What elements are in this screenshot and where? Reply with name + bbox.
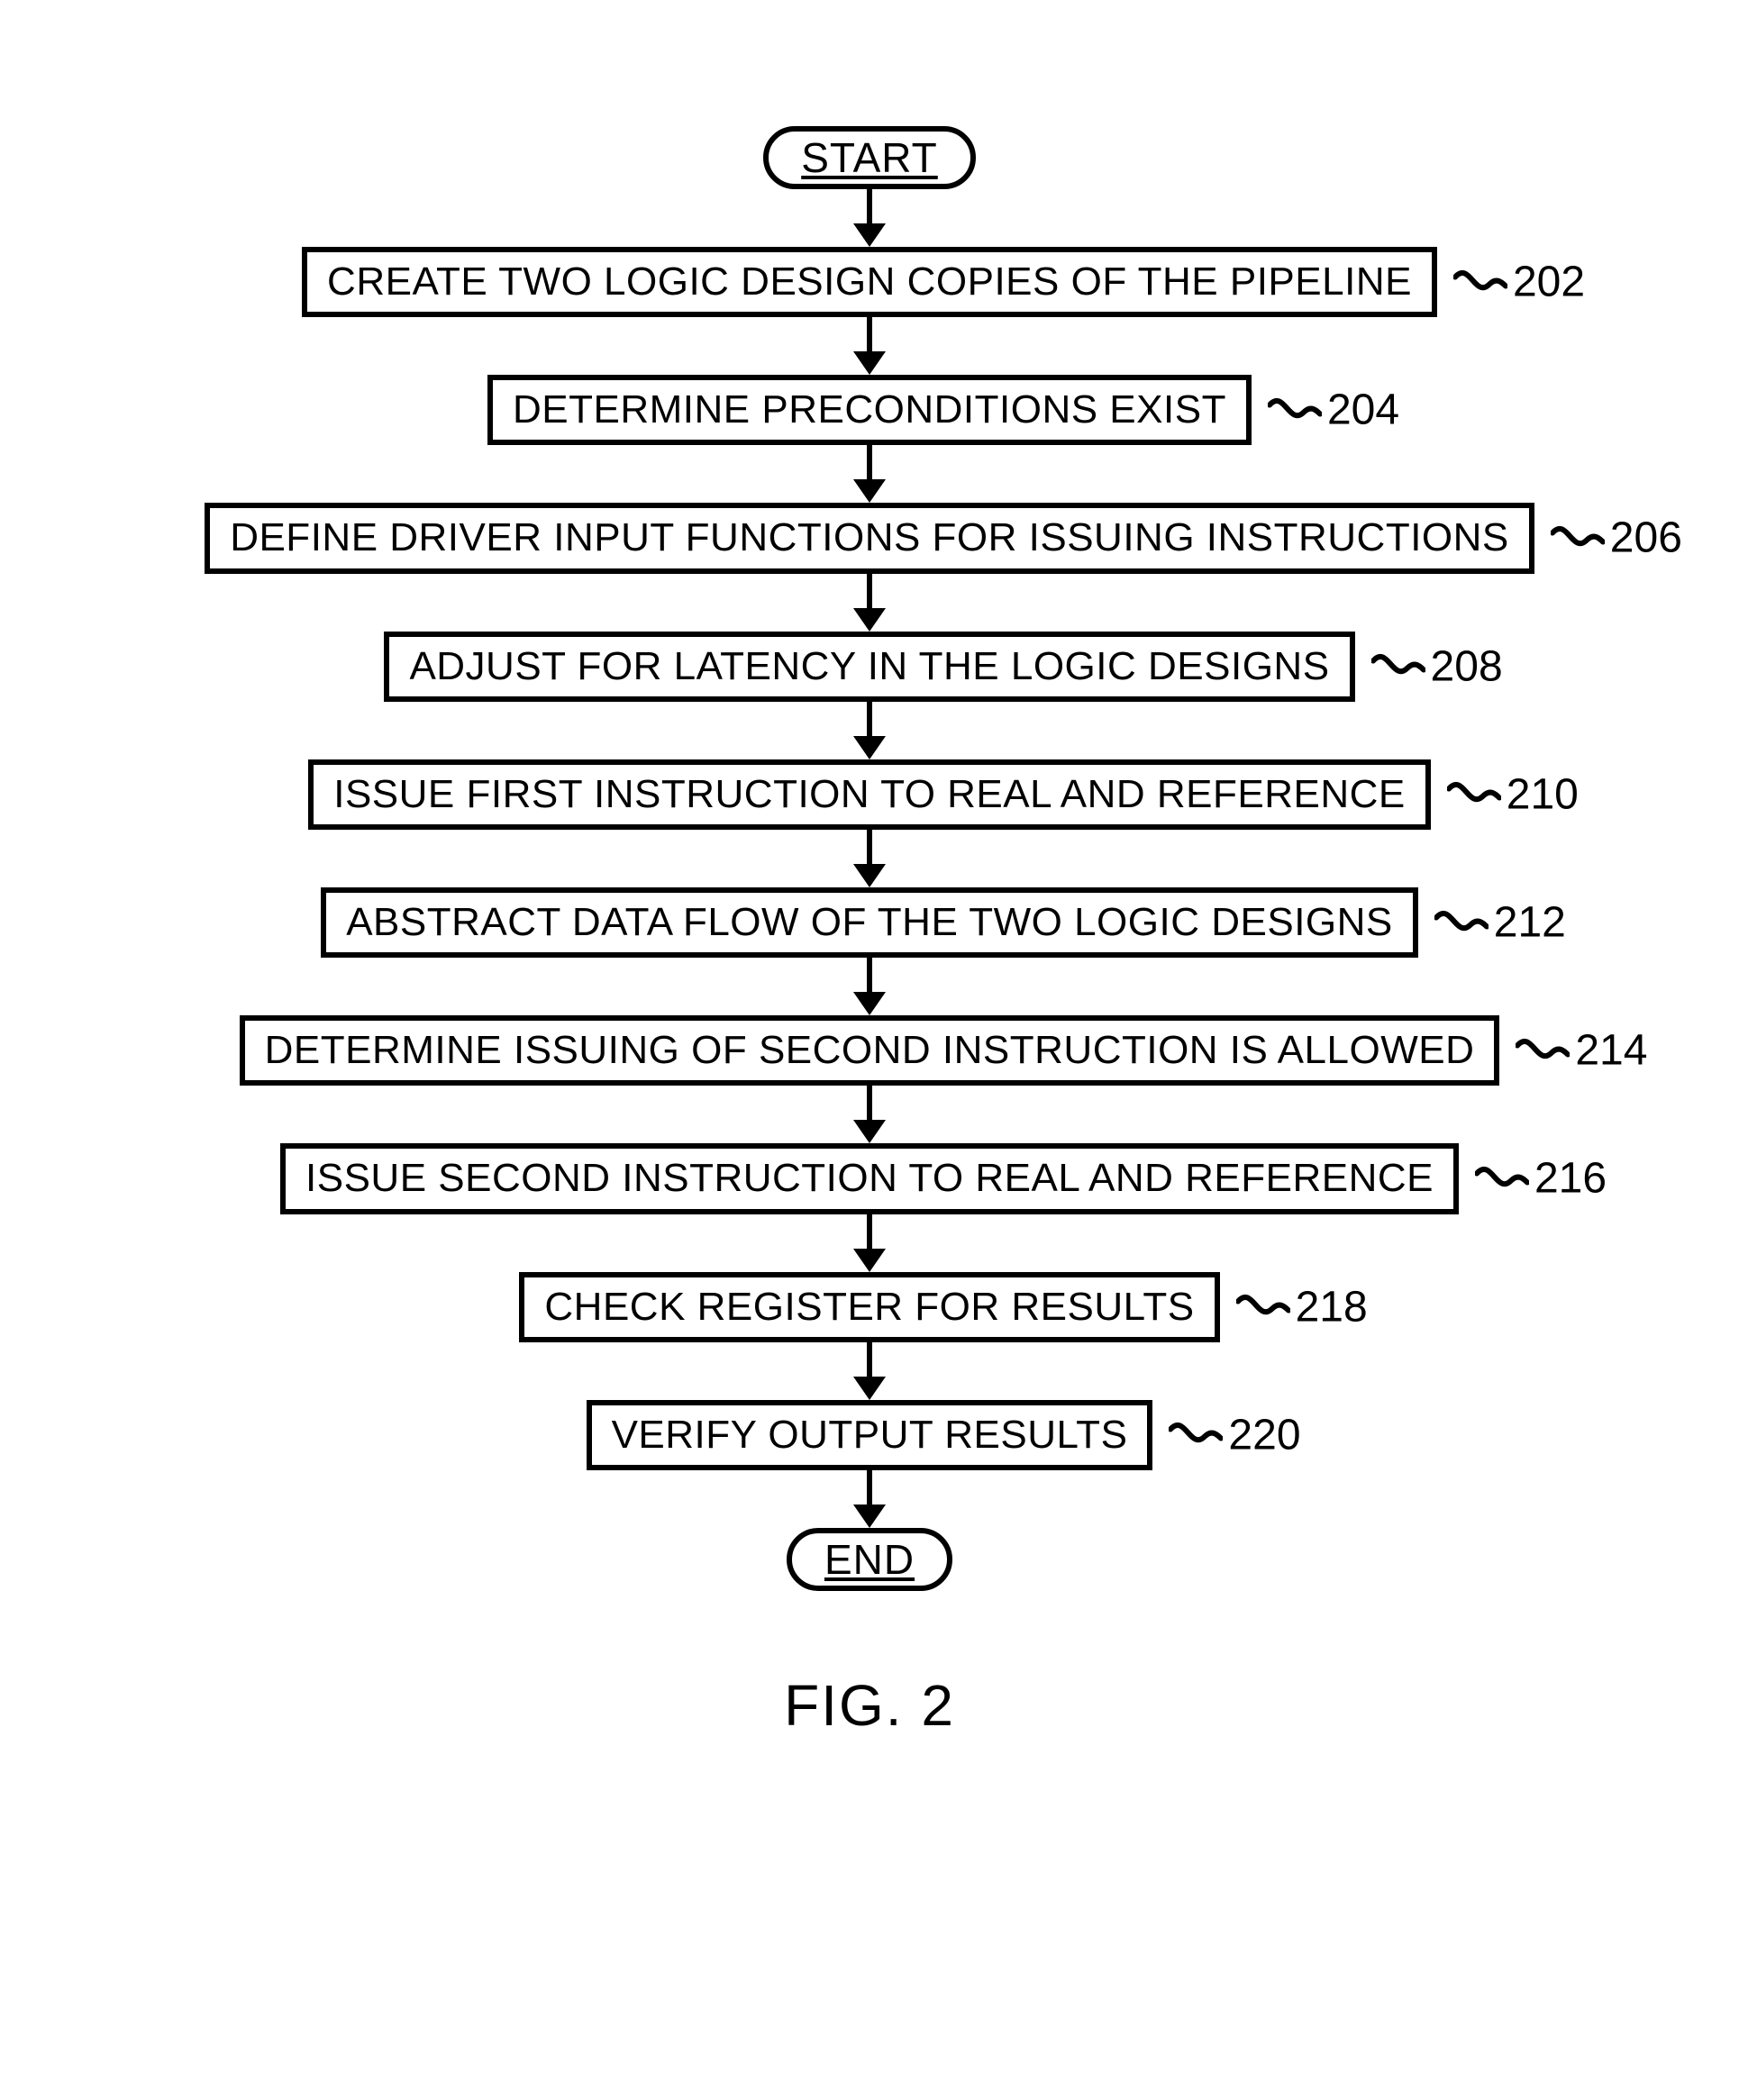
reference-label: 214 bbox=[1516, 1026, 1647, 1076]
flow-step: VERIFY OUTPUT RESULTS220 bbox=[587, 1400, 1153, 1470]
terminator-start-label: START bbox=[801, 134, 938, 181]
flow-step: CHECK REGISTER FOR RESULTS218 bbox=[519, 1272, 1219, 1342]
reference-label: 206 bbox=[1551, 514, 1682, 563]
flowchart: START CREATE TWO LOGIC DESIGN COPIES OF … bbox=[0, 126, 1739, 1739]
flow-step: DEFINE DRIVER INPUT FUNCTIONS FOR ISSUIN… bbox=[205, 503, 1534, 573]
process-box: DETERMINE ISSUING OF SECOND INSTRUCTION … bbox=[240, 1015, 1500, 1086]
leader-squiggle-icon bbox=[1516, 1032, 1570, 1068]
leader-squiggle-icon bbox=[1268, 392, 1322, 428]
terminator-start: START bbox=[763, 126, 976, 189]
flow-arrow bbox=[853, 1214, 886, 1272]
flow-step: ISSUE SECOND INSTRUCTION TO REAL AND REF… bbox=[280, 1143, 1459, 1214]
leader-squiggle-icon bbox=[1371, 649, 1425, 685]
process-box: DEFINE DRIVER INPUT FUNCTIONS FOR ISSUIN… bbox=[205, 503, 1534, 573]
reference-number: 214 bbox=[1575, 1026, 1647, 1076]
reference-label: 204 bbox=[1268, 386, 1399, 435]
process-box: ISSUE FIRST INSTRUCTION TO REAL AND REFE… bbox=[308, 759, 1431, 830]
flow-arrow bbox=[853, 445, 886, 503]
diagram-canvas: START CREATE TWO LOGIC DESIGN COPIES OF … bbox=[0, 0, 1739, 2100]
reference-number: 202 bbox=[1513, 258, 1585, 307]
reference-number: 218 bbox=[1296, 1282, 1368, 1332]
process-box: CHECK REGISTER FOR RESULTS bbox=[519, 1272, 1219, 1342]
terminator-end: END bbox=[787, 1528, 952, 1591]
flow-arrow bbox=[853, 1086, 886, 1143]
flow-arrow bbox=[853, 574, 886, 632]
process-box: DETERMINE PRECONDITIONS EXIST bbox=[487, 375, 1252, 445]
figure-caption: FIG. 2 bbox=[784, 1672, 955, 1739]
process-box: CREATE TWO LOGIC DESIGN COPIES OF THE PI… bbox=[302, 247, 1437, 317]
flow-arrow bbox=[853, 958, 886, 1015]
flow-step: CREATE TWO LOGIC DESIGN COPIES OF THE PI… bbox=[302, 247, 1437, 317]
reference-label: 210 bbox=[1447, 769, 1579, 819]
flow-step: DETERMINE PRECONDITIONS EXIST204 bbox=[487, 375, 1252, 445]
process-box: ABSTRACT DATA FLOW OF THE TWO LOGIC DESI… bbox=[321, 887, 1418, 958]
reference-number: 220 bbox=[1228, 1410, 1300, 1459]
process-box: ADJUST FOR LATENCY IN THE LOGIC DESIGNS bbox=[384, 632, 1354, 702]
leader-squiggle-icon bbox=[1169, 1417, 1223, 1453]
reference-label: 202 bbox=[1453, 258, 1585, 307]
flow-arrow bbox=[853, 1342, 886, 1400]
flow-step: ADJUST FOR LATENCY IN THE LOGIC DESIGNS2… bbox=[384, 632, 1354, 702]
flow-arrow bbox=[853, 1470, 886, 1528]
flow-step: ABSTRACT DATA FLOW OF THE TWO LOGIC DESI… bbox=[321, 887, 1418, 958]
reference-number: 204 bbox=[1327, 386, 1399, 435]
reference-label: 220 bbox=[1169, 1410, 1300, 1459]
reference-label: 208 bbox=[1371, 641, 1503, 691]
leader-squiggle-icon bbox=[1453, 264, 1507, 300]
leader-squiggle-icon bbox=[1551, 520, 1605, 556]
flow-step: ISSUE FIRST INSTRUCTION TO REAL AND REFE… bbox=[308, 759, 1431, 830]
flow-arrow bbox=[853, 317, 886, 375]
flow-arrow bbox=[853, 189, 886, 247]
leader-squiggle-icon bbox=[1447, 777, 1501, 813]
reference-label: 218 bbox=[1236, 1282, 1368, 1332]
reference-label: 212 bbox=[1434, 898, 1566, 948]
process-box: VERIFY OUTPUT RESULTS bbox=[587, 1400, 1153, 1470]
reference-number: 208 bbox=[1431, 641, 1503, 691]
reference-number: 206 bbox=[1610, 514, 1682, 563]
leader-squiggle-icon bbox=[1236, 1289, 1290, 1325]
reference-number: 216 bbox=[1534, 1154, 1607, 1204]
leader-squiggle-icon bbox=[1434, 905, 1489, 941]
flow-step: DETERMINE ISSUING OF SECOND INSTRUCTION … bbox=[240, 1015, 1500, 1086]
reference-number: 212 bbox=[1494, 898, 1566, 948]
reference-label: 216 bbox=[1475, 1154, 1607, 1204]
terminator-end-label: END bbox=[824, 1536, 915, 1583]
flow-arrow bbox=[853, 702, 886, 759]
leader-squiggle-icon bbox=[1475, 1160, 1529, 1196]
process-box: ISSUE SECOND INSTRUCTION TO REAL AND REF… bbox=[280, 1143, 1459, 1214]
reference-number: 210 bbox=[1507, 769, 1579, 819]
flow-arrow bbox=[853, 830, 886, 887]
